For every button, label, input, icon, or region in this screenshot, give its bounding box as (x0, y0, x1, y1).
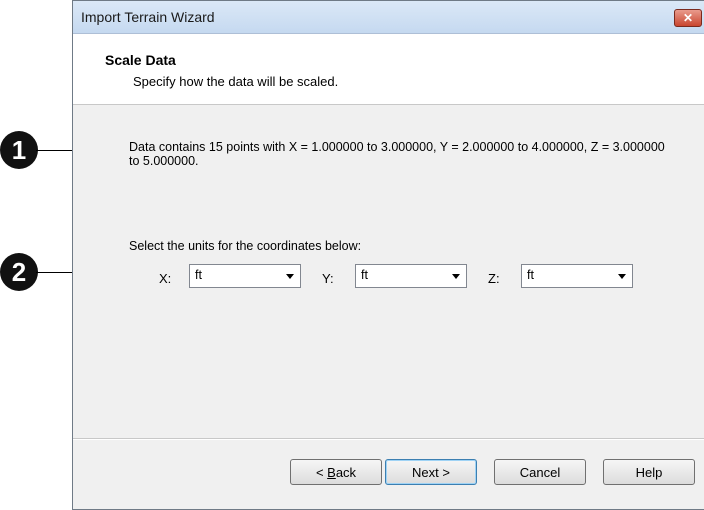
y-units-label: Y: (322, 271, 334, 286)
y-units-value: ft (361, 268, 368, 282)
z-units-select[interactable]: ft (521, 264, 633, 288)
close-button[interactable]: ✕ (674, 9, 702, 27)
chevron-down-icon (286, 274, 294, 279)
cancel-button[interactable]: Cancel (494, 459, 586, 485)
z-units-label: Z: (488, 271, 500, 286)
import-terrain-wizard-window: Import Terrain Wizard ✕ Scale Data Speci… (72, 0, 704, 510)
wizard-header: Scale Data Specify how the data will be … (73, 34, 704, 105)
title-bar[interactable]: Import Terrain Wizard ✕ (73, 1, 704, 34)
help-button[interactable]: Help (603, 459, 695, 485)
window-title: Import Terrain Wizard (81, 9, 215, 25)
chevron-down-icon (452, 274, 460, 279)
next-button[interactable]: Next > (385, 459, 477, 485)
units-label: Select the units for the coordinates bel… (129, 239, 362, 253)
back-button-rest: ack (335, 464, 357, 480)
callout-2: 2 (0, 253, 38, 291)
callout-1: 1 (0, 131, 38, 169)
page-subtitle: Specify how the data will be scaled. (133, 74, 339, 89)
y-units-select[interactable]: ft (355, 264, 467, 288)
x-units-value: ft (195, 268, 202, 282)
back-button[interactable]: < Back (290, 459, 382, 485)
back-button-prefix: < (315, 464, 328, 480)
x-units-label: X: (159, 271, 172, 286)
data-summary-text: Data contains 15 points with X = 1.00000… (129, 140, 665, 168)
x-units-select[interactable]: ft (189, 264, 301, 288)
back-button-mnemonic: B (327, 464, 336, 480)
close-icon: ✕ (682, 11, 694, 25)
z-units-value: ft (527, 268, 534, 282)
page-title: Scale Data (105, 52, 176, 68)
footer-divider (73, 438, 704, 440)
chevron-down-icon (618, 274, 626, 279)
